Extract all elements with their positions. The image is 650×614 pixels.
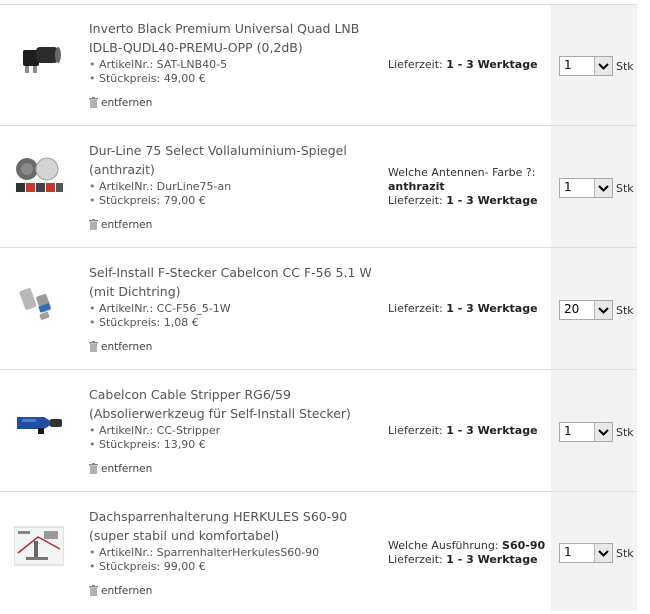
delivery-time: Lieferzeit: 1 - 3 Werktage (388, 553, 538, 566)
option-label: Welche Antennen- Farbe ?: (388, 166, 536, 179)
row-divider (0, 125, 637, 126)
f-connector-product-icon[interactable] (14, 275, 64, 325)
option-value: anthrazit (388, 180, 445, 193)
quantity-unit: Stk (616, 182, 634, 195)
remove-link[interactable]: entfernen (89, 585, 152, 599)
unit-price: • Stückpreis: 13,90 € (89, 438, 206, 451)
quantity-unit: Stk (616, 304, 634, 317)
chevron-down-icon (594, 301, 612, 319)
trash-icon (89, 341, 98, 355)
remove-link[interactable]: entfernen (89, 219, 152, 233)
delivery-time: Lieferzeit: 1 - 3 Werktage (388, 58, 538, 71)
row-divider (0, 369, 637, 370)
product-title[interactable]: Self-Install F-Stecker Cabelcon CC F-56 … (89, 263, 379, 301)
product-title[interactable]: Cabelcon Cable Stripper RG6/59 (Absolier… (89, 385, 379, 423)
unit-price: • Stückpreis: 49,00 € (89, 72, 206, 85)
article-number: • ArtikelNr.: CC-F56_5-1W (89, 302, 231, 315)
unit-price: • Stückpreis: 79,00 € (89, 194, 206, 207)
cart-item-row: Dur-Line 75 Select Vollaluminium-Spiegel… (0, 127, 650, 248)
unit-price: • Stückpreis: 1,08 € (89, 316, 199, 329)
quantity-unit: Stk (616, 60, 634, 73)
trash-icon (89, 463, 98, 477)
article-number: • ArtikelNr.: DurLine75-an (89, 180, 232, 193)
article-number: • ArtikelNr.: SparrenhalterHerkulesS60-9… (89, 546, 320, 559)
lnb-product-icon[interactable] (14, 31, 64, 81)
quantity-select[interactable]: 20 (559, 300, 613, 320)
chevron-down-icon (594, 544, 612, 562)
product-title[interactable]: Dachsparrenhalterung HERKULES S60-90 (su… (89, 507, 379, 545)
quantity-select[interactable]: 1 (559, 422, 613, 442)
delivery-time: Lieferzeit: 1 - 3 Werktage (388, 194, 538, 207)
quantity-select[interactable]: 1 (559, 56, 613, 76)
cable-stripper-product-icon[interactable] (14, 397, 64, 447)
quantity-unit: Stk (616, 547, 634, 560)
row-divider (0, 247, 637, 248)
unit-price: • Stückpreis: 99,00 € (89, 560, 206, 573)
remove-link[interactable]: entfernen (89, 463, 152, 477)
product-title[interactable]: Dur-Line 75 Select Vollaluminium-Spiegel… (89, 141, 379, 179)
quantity-select[interactable]: 1 (559, 543, 613, 563)
quantity-unit: Stk (616, 426, 634, 439)
satellite-dish-product-icon[interactable] (14, 153, 64, 203)
remove-link[interactable]: entfernen (89, 97, 152, 111)
article-number: • ArtikelNr.: SAT-LNB40-5 (89, 58, 228, 71)
chevron-down-icon (594, 179, 612, 197)
delivery-time: Lieferzeit: 1 - 3 Werktage (388, 302, 538, 315)
delivery-time: Lieferzeit: 1 - 3 Werktage (388, 424, 538, 437)
roof-mount-product-icon[interactable] (13, 519, 65, 569)
trash-icon (89, 219, 98, 233)
trash-icon (89, 97, 98, 111)
article-number: • ArtikelNr.: CC-Stripper (89, 424, 221, 437)
remove-link[interactable]: entfernen (89, 341, 152, 355)
option-label: Welche Ausführung: S60-90 (388, 539, 546, 552)
cart-item-row: Inverto Black Premium Universal Quad LNB… (0, 5, 650, 126)
chevron-down-icon (594, 423, 612, 441)
cart-item-row: Dachsparrenhalterung HERKULES S60-90 (su… (0, 493, 650, 614)
cart-item-row: Self-Install F-Stecker Cabelcon CC F-56 … (0, 249, 650, 370)
cart-item-row: Cabelcon Cable Stripper RG6/59 (Absolier… (0, 371, 650, 492)
chevron-down-icon (594, 57, 612, 75)
trash-icon (89, 585, 98, 599)
row-divider (0, 491, 637, 492)
quantity-select[interactable]: 1 (559, 178, 613, 198)
product-title[interactable]: Inverto Black Premium Universal Quad LNB… (89, 19, 379, 57)
